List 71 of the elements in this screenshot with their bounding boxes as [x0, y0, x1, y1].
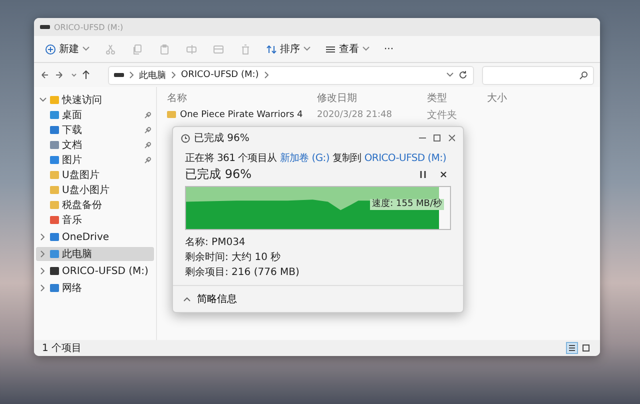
chevron-icon[interactable]: [39, 250, 47, 258]
sidebar-item[interactable]: 音乐: [36, 213, 154, 227]
breadcrumb-item[interactable]: ORICO-UFSD (M:): [181, 70, 259, 80]
delete-icon: [240, 44, 251, 54]
rename-icon: [186, 44, 197, 54]
folder-icon: [167, 111, 176, 118]
dialog-title: 已完成 96%: [194, 132, 250, 145]
more-button[interactable]: ···: [379, 42, 399, 56]
type-cell-text: 文件夹: [427, 108, 458, 122]
caret-icon: [82, 45, 90, 53]
address-bar[interactable]: 此电脑 ORICO-UFSD (M:): [108, 66, 474, 84]
refresh-icon[interactable]: [458, 70, 468, 80]
sidebar-item[interactable]: 网络: [36, 281, 154, 295]
chevron-icon[interactable]: [39, 96, 47, 104]
pause-icon: [420, 171, 426, 178]
sidebar-item[interactable]: U盘图片: [36, 168, 154, 182]
search-field[interactable]: [482, 66, 594, 84]
window-controls-icon[interactable]: [419, 134, 455, 142]
close-icon: [440, 171, 447, 178]
chevron-icon: [262, 71, 270, 79]
view-button[interactable]: 查看: [320, 40, 375, 58]
item-count: 1 个项目: [42, 342, 82, 355]
copy-icon: [132, 44, 143, 54]
details-view-button[interactable]: [566, 342, 578, 354]
sidebar-item[interactable]: 文档: [36, 138, 154, 152]
lines-icon: [325, 44, 336, 54]
date-cell-text: 2020/3/28 21:48: [317, 110, 393, 120]
speed-label: 速度: 155 MB/秒: [370, 199, 444, 210]
new-button[interactable]: 新建: [40, 40, 95, 58]
window-title: ORICO-UFSD (M:): [54, 22, 124, 32]
chevron-icon[interactable]: [39, 233, 47, 241]
tiles-icon: [582, 344, 590, 352]
chevron-icon: [170, 71, 177, 79]
info-line: 剩余项目: 216 (776 MB): [185, 266, 300, 279]
chevron-icon: [128, 71, 135, 79]
sidebar-item[interactable]: 快速访问: [36, 93, 154, 107]
clock-icon: [181, 134, 190, 142]
details-icon: [568, 344, 576, 352]
caret-icon: [303, 45, 311, 53]
info-line: 名称: PM034: [185, 236, 246, 249]
chevron-up-icon: [183, 295, 191, 303]
sort-icon: [266, 44, 277, 54]
sidebar-item[interactable]: 下载: [36, 123, 154, 137]
sidebar-item[interactable]: 此电脑: [36, 247, 154, 261]
search-icon: [579, 70, 588, 80]
paste-icon: [159, 44, 170, 54]
sidebar-item[interactable]: 桌面: [36, 108, 154, 122]
share-icon: [213, 44, 224, 54]
progress-heading: 已完成 96%: [185, 166, 252, 183]
breadcrumb-item[interactable]: 此电脑: [139, 68, 166, 82]
column-header[interactable]: 名称: [167, 90, 317, 104]
chevron-icon[interactable]: [39, 284, 47, 292]
plus-circle-icon: [45, 44, 56, 54]
sidebar-item[interactable]: ORICO-UFSD (M:): [36, 264, 154, 278]
column-header[interactable]: 大小: [487, 90, 537, 104]
cut-icon: [105, 44, 116, 54]
sidebar-item[interactable]: U盘小图片: [36, 183, 154, 197]
sidebar-item[interactable]: 图片: [36, 153, 154, 167]
column-header[interactable]: 类型: [427, 90, 487, 104]
sort-button[interactable]: 排序: [261, 40, 316, 58]
info-line: 剩余时间: 大约 10 秒: [185, 250, 282, 264]
dropdown-icon[interactable]: [446, 71, 454, 79]
sidebar-item[interactable]: OneDrive: [36, 230, 154, 244]
copy-description: 正在将 361 个项目从 新加卷 (G:) 复制到 ORICO-UFSD (M:): [185, 152, 446, 165]
chevron-icon[interactable]: [39, 267, 47, 275]
file-name[interactable]: One Piece Pirate Warriors 4: [180, 110, 303, 120]
tiles-view-button[interactable]: [580, 342, 592, 354]
less-details-button[interactable]: 简略信息: [181, 290, 239, 308]
caret-icon: [362, 45, 370, 53]
column-header[interactable]: 修改日期: [317, 90, 427, 104]
sidebar-item[interactable]: 税盘备份: [36, 198, 154, 212]
